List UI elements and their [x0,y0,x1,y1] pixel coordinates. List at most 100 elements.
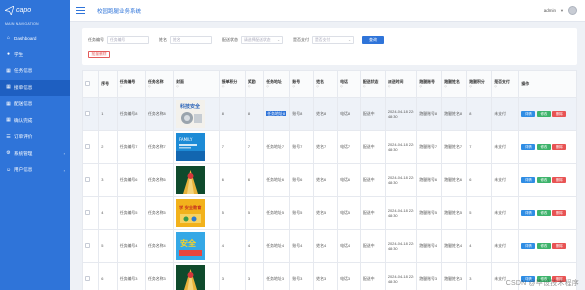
column-header[interactable]: 奖励 ◇ [244,70,265,98]
column-header[interactable]: 配送状态 ◇ [359,70,386,98]
cell-text: 任务编号5 [119,210,138,216]
sidebar-item-1[interactable]: ● 学生 [0,47,70,64]
sidebar-item-0[interactable]: ⌂ Dashboard [0,30,70,47]
column-header[interactable]: 封面 ◇ [173,70,220,98]
edit-button[interactable]: 修改 [536,243,551,249]
sort-icon[interactable]: ◇ [340,84,358,89]
table-row[interactable]: 3 任务编号6 任务名称6 6 6 任务地址6 账号6 姓名6 电话6 配送中 2024-04-18… [82,163,577,197]
sort-icon[interactable]: ◇ [176,84,217,89]
sidebar-item-2[interactable]: ▦ 任务信息 [0,63,70,80]
row-checkbox[interactable] [85,209,90,215]
table-row[interactable]: 4 任务编号5 任务名称5 学 安全教育 5 5 任务地址5 账号5 姓名5 电话5 配送中 2024… [82,196,577,230]
column-header[interactable]: 电话 ◇ [337,70,361,98]
cover-image[interactable] [176,166,206,194]
column-header[interactable]: 跑腿账号 ◇ [416,70,443,98]
cell-acct: 账号5 [289,196,315,230]
column-header[interactable]: 任务名称 ◇ [144,70,175,98]
sidebar-item-3[interactable]: ▦ 接单信息 [0,79,70,96]
select-all-checkbox[interactable] [85,80,90,86]
edit-button[interactable]: 修改 [536,210,551,216]
delete-button[interactable]: 删除 [552,243,567,249]
delete-button[interactable]: 删除 [552,111,567,117]
delete-button[interactable]: 删除 [552,144,567,150]
cover-image[interactable]: FAMILY [176,133,206,161]
edit-button[interactable]: 修改 [536,144,551,150]
cell-time: 2024-04-18 22:48:30 [384,163,418,197]
task-code-input[interactable]: 任务编号 [107,36,149,44]
detail-button[interactable]: 详情 [521,177,536,183]
sidebar-item-7[interactable]: ⚙ 系统管理 › [0,146,70,163]
sort-icon[interactable]: ◇ [316,84,335,89]
sidebar-item-label: Dashboard [14,35,37,41]
sort-icon[interactable]: ◇ [266,84,287,89]
sort-icon[interactable]: ◇ [248,84,261,89]
user-menu[interactable]: admin ▼ [544,6,577,15]
batch-delete-button[interactable]: 批量删除 [88,51,110,58]
cell-text: 配送中 [362,276,375,282]
column-header[interactable]: 跑腿积分 ◇ [466,70,493,98]
home-icon: ⌂ [6,34,11,41]
sort-icon[interactable]: ◇ [494,84,516,89]
sort-icon[interactable]: ◇ [444,84,464,89]
cell-addr: 任务地址5 [263,196,291,230]
name-input[interactable]: 姓名 [170,36,212,44]
sidebar-item-8[interactable]: ☺ 用户信息 › [0,162,70,179]
detail-button[interactable]: 详情 [521,144,536,150]
column-header[interactable]: 姓名 ◇ [313,70,339,98]
sort-icon[interactable]: ◇ [292,84,311,89]
detail-button[interactable]: 详情 [521,243,536,249]
cell-text: 任务编号3 [119,276,138,282]
detail-button[interactable]: 详情 [521,210,536,216]
sort-icon[interactable]: ◇ [469,84,489,89]
status-select[interactable]: 请选择配送状态 ⌄ [241,36,283,44]
column-header[interactable]: 是否支付 ◇ [491,70,520,98]
cell-text: 3 [221,276,224,282]
top-header: 校园跑腿业务系统 admin ▼ [70,0,585,22]
cover-image[interactable]: 学 安全教育 [176,199,206,227]
sidebar-item-4[interactable]: ▦ 配送信息 [0,96,70,113]
sort-icon[interactable]: ◇ [222,84,243,89]
column-header[interactable]: 接单积分 ◇ [218,70,246,98]
avatar[interactable] [568,6,577,15]
column-header[interactable]: 跑腿姓名 ◇ [441,70,468,98]
sidebar-item-label: 学生 [14,51,24,57]
row-checkbox[interactable] [85,110,90,116]
edit-button[interactable]: 修改 [536,177,551,183]
sidebar-item-5[interactable]: ▦ 确认完成 [0,113,70,130]
cell-text: 跑腿账号6 [419,177,438,183]
search-button[interactable]: 查询 [362,36,384,44]
column-header[interactable]: 任务编号 ◇ [116,70,146,98]
column-header[interactable]: 任务地址 ◇ [263,70,291,98]
cover-image[interactable] [176,265,206,290]
sort-icon[interactable]: ◇ [363,84,383,89]
sort-icon[interactable]: ◇ [388,84,414,89]
name-label: 姓名 [159,37,167,42]
row-checkbox[interactable] [85,242,90,248]
sort-icon[interactable]: ◇ [419,84,439,89]
table-row[interactable]: 2 任务编号7 任务名称7 FAMILY 7 7 任务地址7 账号7 姓名7 电话7 配送中 2024… [82,130,577,164]
table-row[interactable]: 5 任务编号4 任务名称4 安全 4 4 任务地址4 账号4 姓名4 电话4 配送中 2024-04-… [82,229,577,263]
detail-button[interactable]: 详情 [521,111,536,117]
menu-toggle-icon[interactable] [76,7,85,14]
row-checkbox[interactable] [85,143,90,149]
paid-select[interactable]: 是否支付 ⌄ [312,36,354,44]
row-checkbox[interactable] [85,275,90,281]
delete-button[interactable]: 删除 [552,210,567,216]
cell-text: 跑腿姓名7 [444,144,463,150]
table-row[interactable]: 1 任务编号8 任务名称8 科技安全 8 8 任务地址8 账号8 姓名8 电话8 配送中 2024-0… [82,97,577,131]
column-header[interactable]: 派送时间 ◇ [384,70,418,98]
sort-icon[interactable]: ◇ [148,84,171,89]
column-header[interactable]: 账号 ◇ [289,70,315,98]
cover-image[interactable]: 安全 [176,232,206,260]
cell-text: 2024-04-18 22:48:30 [387,273,415,284]
sort-icon[interactable]: ◇ [120,84,143,89]
sidebar-item-6[interactable]: ☰ 订单评价 [0,129,70,146]
column-header-label: 任务编号 [119,79,136,85]
column-header[interactable]: 序号 [98,70,118,98]
delete-button[interactable]: 删除 [552,177,567,183]
edit-button[interactable]: 修改 [536,111,551,117]
row-checkbox[interactable] [85,176,90,182]
table-row[interactable]: 6 任务编号3 任务名称3 3 3 任务地址3 账号3 姓名3 电话3 配送中 2024-04-18… [82,262,577,290]
column-header[interactable]: 操作 [518,70,577,98]
cover-image[interactable]: 科技安全 [176,100,206,128]
